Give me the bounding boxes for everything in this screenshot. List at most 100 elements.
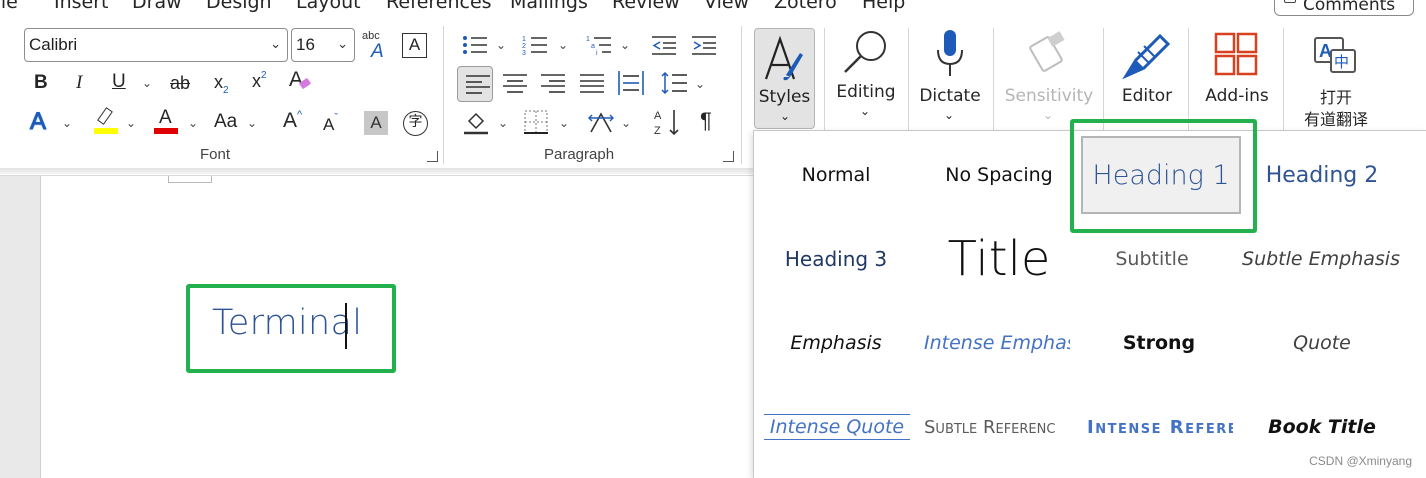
borders-icon xyxy=(524,110,548,134)
style-emphasis[interactable]: Emphasis xyxy=(762,304,910,382)
align-center-button[interactable] xyxy=(503,73,527,97)
tab-zotero[interactable]: Zotero xyxy=(774,0,837,13)
increase-indent-button[interactable] xyxy=(692,34,716,56)
superscript-button[interactable]: x2 xyxy=(252,71,267,91)
chevron-down-icon[interactable]: ⌄ xyxy=(247,116,257,130)
text-effects-button[interactable]: A xyxy=(29,109,46,134)
font-size-combo[interactable]: 16 ⌄ xyxy=(291,28,355,62)
shading-button[interactable] xyxy=(464,109,490,139)
justify-button[interactable] xyxy=(580,73,604,97)
bold-button[interactable]: B xyxy=(34,73,48,92)
clear-formatting-button[interactable]: A xyxy=(289,69,312,90)
style-strong[interactable]: Strong xyxy=(1084,304,1234,382)
line-spacing-button[interactable] xyxy=(661,71,687,99)
phonetic-guide-button[interactable]: abc A xyxy=(362,31,388,62)
chevron-down-icon[interactable]: ⌄ xyxy=(126,116,136,130)
numbering-button[interactable]: 123 xyxy=(522,34,548,57)
highlight-button[interactable] xyxy=(94,107,120,136)
style-subtle-emphasis-label: Subtle Emphasis xyxy=(1242,248,1400,270)
chevron-down-icon[interactable]: ⌄ xyxy=(188,116,198,130)
chevron-down-icon[interactable]: ⌄ xyxy=(620,38,630,52)
style-normal-label: Normal xyxy=(801,164,871,186)
grow-font-button[interactable]: A^ xyxy=(283,110,302,132)
strikethrough-button[interactable]: ab xyxy=(170,74,190,92)
add-ins-label: Add-ins xyxy=(1205,86,1269,106)
group-separator xyxy=(443,26,444,164)
tab-layout[interactable]: Layout xyxy=(296,0,361,13)
chevron-down-icon[interactable]: ⌄ xyxy=(498,116,508,130)
borders-button[interactable] xyxy=(524,110,548,138)
chevron-down-icon: ⌄ xyxy=(780,109,791,123)
comments-label: Comments xyxy=(1303,0,1396,15)
chevron-down-icon: ⌄ xyxy=(860,104,871,118)
chevron-down-icon[interactable]: ⌄ xyxy=(142,76,152,90)
align-left-icon xyxy=(465,75,490,94)
dictate-label: Dictate xyxy=(919,86,981,106)
tab-design[interactable]: Design xyxy=(206,0,272,13)
multilevel-list-button[interactable]: 1ai xyxy=(586,34,612,57)
style-subtitle-label: Subtitle xyxy=(1115,248,1189,270)
paragraph-dialog-launcher-icon[interactable] xyxy=(723,151,734,162)
comments-button[interactable]: Comments xyxy=(1274,0,1414,16)
italic-button[interactable]: I xyxy=(76,73,82,92)
tab-draw[interactable]: Draw xyxy=(132,0,182,13)
chevron-down-icon[interactable]: ⌄ xyxy=(695,77,705,91)
character-shading-button[interactable]: A xyxy=(364,111,388,135)
sensitivity-button[interactable]: Sensitivity ⌄ xyxy=(1003,28,1095,130)
align-right-button[interactable] xyxy=(541,73,565,97)
underline-button[interactable]: U xyxy=(112,72,126,91)
editor-button[interactable]: Editor xyxy=(1112,28,1182,130)
shrink-font-button[interactable]: Aˇ xyxy=(323,113,338,134)
tab-review[interactable]: Review xyxy=(612,0,680,13)
chevron-down-icon[interactable]: ⌄ xyxy=(559,116,569,130)
font-color-letter: A xyxy=(159,107,172,128)
style-heading-2[interactable]: Heading 2 xyxy=(1247,136,1397,214)
chevron-down-icon[interactable]: ⌄ xyxy=(62,116,72,130)
tab-help[interactable]: Help xyxy=(862,0,905,13)
dictate-button[interactable]: Dictate ⌄ xyxy=(914,28,986,130)
style-quote[interactable]: Quote xyxy=(1247,304,1397,382)
chevron-down-icon[interactable]: ⌄ xyxy=(621,116,631,130)
show-formatting-marks-button[interactable]: ¶ xyxy=(700,110,712,132)
style-no-spacing[interactable]: No Spacing xyxy=(924,136,1074,214)
font-dialog-launcher-icon[interactable] xyxy=(427,151,438,162)
chevron-down-icon[interactable]: ⌄ xyxy=(496,38,506,52)
distributed-button[interactable] xyxy=(618,71,644,99)
chevron-down-icon[interactable]: ⌄ xyxy=(558,38,568,52)
style-subtle-emphasis[interactable]: Subtle Emphasis xyxy=(1240,220,1402,298)
tab-view[interactable]: View xyxy=(704,0,749,13)
youdao-translate-button[interactable]: A 中 打开 有道翻译 xyxy=(1292,28,1380,130)
tab-references[interactable]: References xyxy=(386,0,492,13)
align-left-button[interactable] xyxy=(457,66,493,102)
decrease-indent-button[interactable] xyxy=(652,34,676,56)
character-border-button[interactable]: A xyxy=(402,33,427,58)
style-title[interactable]: Title xyxy=(924,220,1074,298)
tab-insert[interactable]: Insert xyxy=(54,0,109,13)
svg-text:1: 1 xyxy=(586,36,590,43)
bullets-button[interactable] xyxy=(462,34,488,56)
sensitivity-label: Sensitivity xyxy=(1004,86,1094,106)
svg-text:1: 1 xyxy=(522,36,526,43)
asian-layout-button[interactable] xyxy=(588,110,614,138)
editing-button[interactable]: Editing ⌄ xyxy=(832,28,900,130)
style-intense-quote[interactable]: Intense Quote xyxy=(764,388,910,466)
add-ins-button[interactable]: Add-ins xyxy=(1196,28,1278,130)
document-page[interactable] xyxy=(40,176,754,478)
styles-button[interactable]: Styles ⌄ xyxy=(754,28,815,129)
sort-button[interactable]: AZ xyxy=(654,108,680,140)
enclose-characters-button[interactable]: 字 xyxy=(403,111,428,136)
subscript-button[interactable]: x2 xyxy=(214,73,229,96)
style-subtle-reference[interactable]: Subtle Referenc xyxy=(924,388,1070,466)
tab-file[interactable]: File xyxy=(0,0,18,13)
change-case-button[interactable]: Aa xyxy=(214,112,237,131)
style-heading-3[interactable]: Heading 3 xyxy=(762,220,910,298)
tab-mailings[interactable]: Mailings xyxy=(510,0,588,13)
group-separator xyxy=(993,28,994,130)
paragraph-group-label: Paragraph xyxy=(544,146,615,163)
style-intense-emphasis[interactable]: Intense Emphasi xyxy=(924,304,1070,382)
style-intense-reference[interactable]: Intense Referen xyxy=(1087,388,1233,466)
font-name-combo[interactable]: Calibri ⌄ xyxy=(24,28,288,62)
style-normal[interactable]: Normal xyxy=(762,136,910,214)
group-separator xyxy=(1103,28,1104,130)
font-color-button[interactable]: A xyxy=(154,108,180,136)
